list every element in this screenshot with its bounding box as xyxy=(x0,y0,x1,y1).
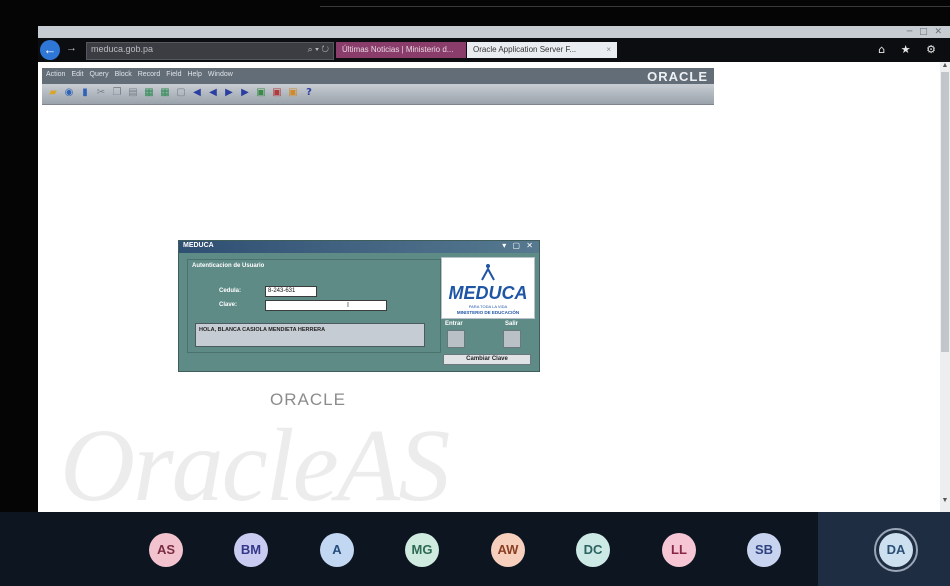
participant-avatar[interactable]: A xyxy=(320,533,354,567)
last-record-icon[interactable]: ▶ xyxy=(240,87,250,99)
oracle-forms-menubar: Action Edit Query Block Record Field Help Windo… xyxy=(42,68,714,84)
paste-icon[interactable]: ▤ xyxy=(128,87,138,99)
address-host: meduca.gob.pa xyxy=(91,44,154,54)
tab-oracle-app-server[interactable]: Oracle Application Server F... × xyxy=(467,42,617,58)
meduca-logo: MEDUCA PARA TODA LA VIDA MINISTERIO DE E… xyxy=(441,257,535,319)
delete-record-icon[interactable]: ▣ xyxy=(272,87,282,99)
help-icon[interactable]: ? xyxy=(304,87,314,99)
close-icon[interactable]: × xyxy=(606,42,611,58)
menu-item-help[interactable]: Help xyxy=(187,71,201,78)
dialog-window-controls[interactable]: ▾ ▢ ✕ xyxy=(502,241,535,250)
cedula-field[interactable]: 8-243-631 xyxy=(265,286,317,297)
enter-query-icon[interactable]: ▦ xyxy=(144,87,154,99)
participants-bar xyxy=(0,512,950,586)
browser-title-strip xyxy=(38,26,950,38)
menu-item-query[interactable]: Query xyxy=(90,71,109,78)
menu-item-block[interactable]: Block xyxy=(115,71,132,78)
search-icon[interactable]: ⌕ ▾ ↻ xyxy=(308,44,329,55)
cedula-label: Cedula: xyxy=(219,288,242,294)
window-controls[interactable]: ─ □ ✕ xyxy=(907,27,944,37)
menu-item-field[interactable]: Field xyxy=(166,71,181,78)
auth-group-label: Autenticacion de Usuario xyxy=(192,263,265,269)
cut-icon[interactable]: ✂ xyxy=(96,87,106,99)
login-dialog: MEDUCA ▾ ▢ ✕ Autenticacion de Usuario Ce… xyxy=(178,240,540,372)
first-record-icon[interactable]: ◀ xyxy=(192,87,202,99)
entrar-label: Entrar xyxy=(445,321,463,327)
previous-record-icon[interactable]: ◀ xyxy=(208,87,218,99)
participant-avatar[interactable]: DC xyxy=(576,533,610,567)
logo-name: MEDUCA xyxy=(448,283,528,303)
oracle-forms-toolbar: ▰ ◉ ▮ ✂ ❐ ▤ ▦ ▦ ▢ ◀ ◀ ▶ ▶ ▣ ▣ ▣ ? xyxy=(42,84,714,105)
lock-record-icon[interactable]: ▣ xyxy=(288,87,298,99)
logo-tagline: PARA TODA LA VIDA xyxy=(468,304,508,309)
tab-label: Oracle Application Server F... xyxy=(473,45,577,54)
salir-button[interactable] xyxy=(503,330,521,348)
participant-avatar[interactable]: MG xyxy=(405,533,439,567)
clave-field[interactable] xyxy=(265,300,387,311)
scroll-down-icon[interactable]: ▼ xyxy=(940,497,950,507)
save-icon[interactable]: ◉ xyxy=(64,87,74,99)
menu-item-record[interactable]: Record xyxy=(138,71,161,78)
participant-avatar[interactable]: DA xyxy=(879,533,913,567)
participant-avatar[interactable]: BM xyxy=(234,533,268,567)
insert-record-icon[interactable]: ▣ xyxy=(256,87,266,99)
scroll-up-icon[interactable]: ▲ xyxy=(940,62,950,72)
meduca-figure-icon xyxy=(481,264,495,281)
participant-avatar[interactable]: SB xyxy=(747,533,781,567)
participant-avatar[interactable]: AS xyxy=(149,533,183,567)
open-icon[interactable]: ▰ xyxy=(48,87,58,99)
cambiar-clave-button[interactable]: Cambiar Clave xyxy=(443,354,531,365)
menu-item-window[interactable]: Window xyxy=(208,71,233,78)
participant-avatar[interactable]: LL xyxy=(662,533,696,567)
address-bar[interactable]: meduca.gob.pa ⌕ ▾ ↻ xyxy=(86,42,334,60)
tab-label: Últimas Noticias | Ministerio d... xyxy=(342,45,454,54)
execute-query-icon[interactable]: ▦ xyxy=(160,87,170,99)
logo-ministry: MINISTERIO DE EDUCACIÓN xyxy=(456,310,520,315)
next-record-icon[interactable]: ▶ xyxy=(224,87,234,99)
cancel-query-icon[interactable]: ▢ xyxy=(176,87,186,99)
home-star-gear-icons[interactable]: ⌂ ★ ⚙ xyxy=(878,43,942,56)
back-button[interactable]: ← xyxy=(40,40,60,60)
oracleas-watermark: OracleAS xyxy=(60,408,450,523)
clave-label: Clave: xyxy=(219,302,238,308)
left-black-band xyxy=(0,0,38,512)
oracle-brand: ORACLE xyxy=(647,69,708,84)
print-icon[interactable]: ▮ xyxy=(80,87,90,99)
forward-button[interactable]: → xyxy=(66,42,77,54)
salir-label: Salir xyxy=(505,321,519,327)
dialog-title: MEDUCA xyxy=(183,242,214,249)
greeting-message: HOLA, BLANCA CASIOLA MENDIETA HERRERA xyxy=(195,323,425,347)
participant-avatar[interactable]: AW xyxy=(491,533,525,567)
entrar-button[interactable] xyxy=(447,330,465,348)
top-black-area xyxy=(38,0,950,26)
top-divider xyxy=(320,6,950,7)
copy-icon[interactable]: ❐ xyxy=(112,87,122,99)
scrollbar-thumb[interactable] xyxy=(941,72,949,352)
dialog-title-bar: MEDUCA ▾ ▢ ✕ xyxy=(179,241,539,253)
tab-meduca-news[interactable]: Últimas Noticias | Ministerio d... xyxy=(336,42,466,58)
menu-item-action[interactable]: Action xyxy=(46,71,65,78)
menu-item-edit[interactable]: Edit xyxy=(71,71,83,78)
text-cursor-icon: I xyxy=(347,302,349,309)
